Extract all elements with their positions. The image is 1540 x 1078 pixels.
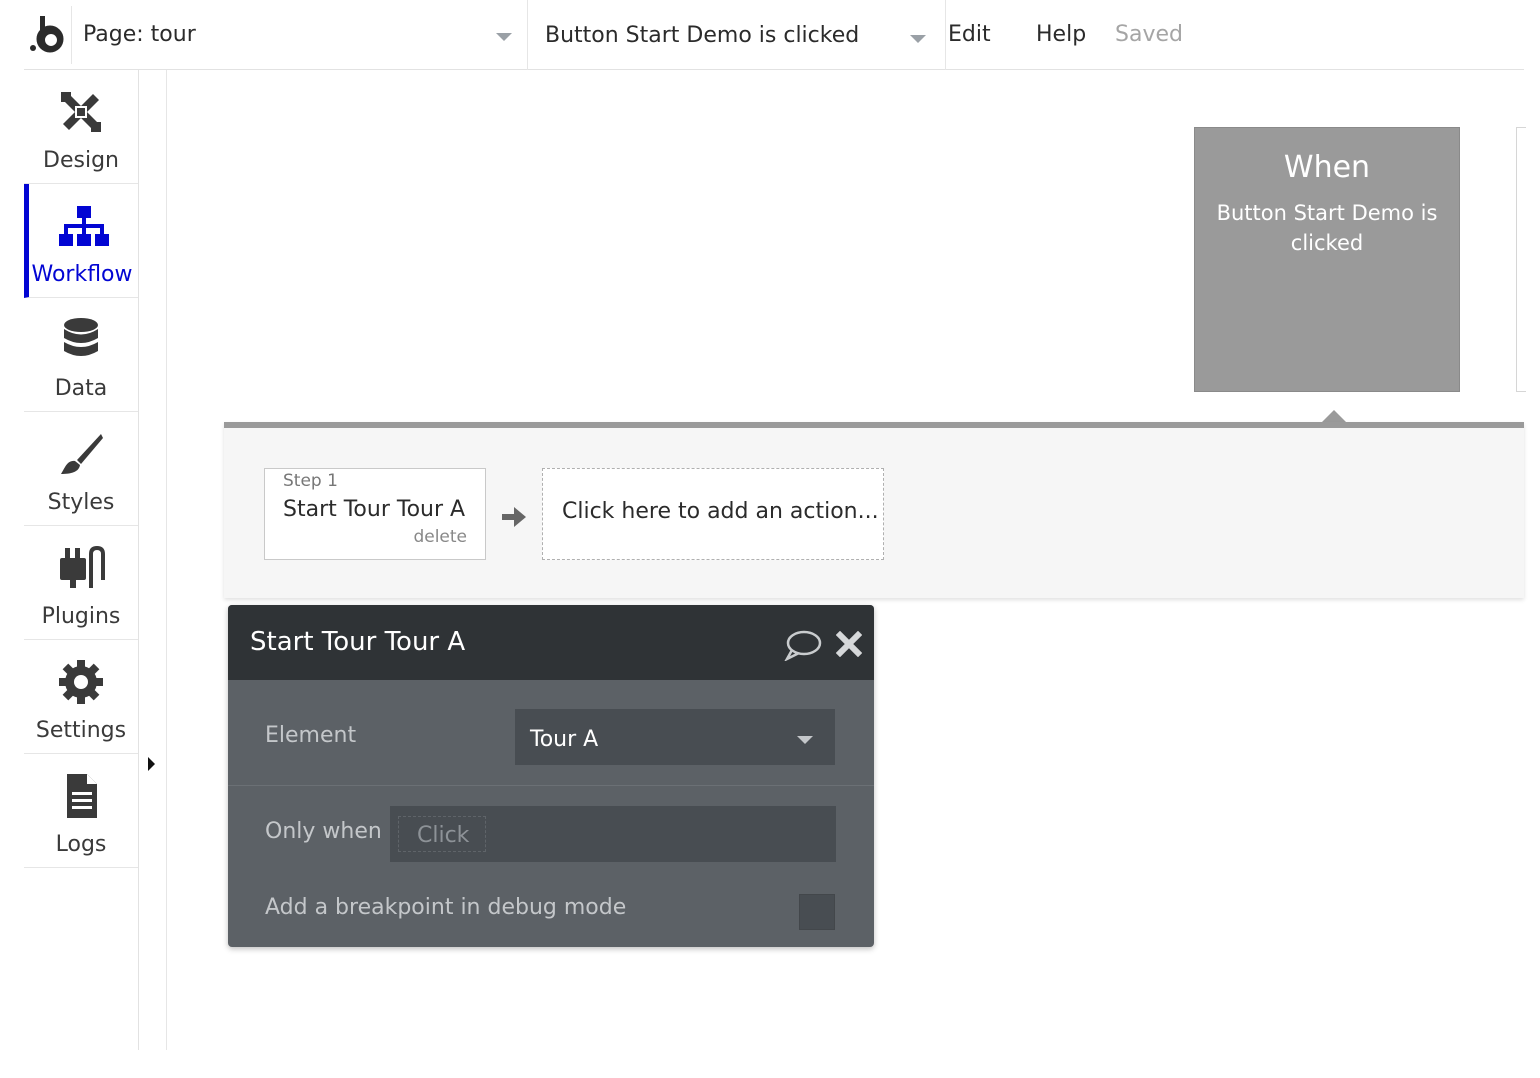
only-when-placeholder-text: Click bbox=[417, 823, 470, 848]
arrow-right-icon bbox=[500, 504, 528, 534]
chevron-down-icon bbox=[496, 33, 512, 41]
event-card-description: Button Start Demo is clicked bbox=[1216, 201, 1438, 255]
sidebar-item-label: Logs bbox=[55, 832, 107, 857]
panel-header: Start Tour Tour A bbox=[228, 605, 874, 680]
sidebar-item-data[interactable]: Data bbox=[24, 298, 138, 412]
element-dropdown-value: Tour A bbox=[530, 727, 599, 752]
chevron-down-icon bbox=[910, 35, 926, 43]
design-icon bbox=[24, 88, 138, 136]
only-when-click-placeholder[interactable]: Click bbox=[398, 816, 486, 852]
sidebar-item-label: Data bbox=[54, 376, 108, 401]
step-name: Start Tour Tour A bbox=[283, 497, 466, 522]
action-step[interactable]: Step 1 Start Tour Tour A delete bbox=[264, 468, 486, 560]
sidebar-item-label: Settings bbox=[35, 718, 127, 743]
edit-menu[interactable]: Edit bbox=[948, 22, 991, 47]
sidebar-item-label: Plugins bbox=[41, 604, 121, 629]
sidebar-item-styles[interactable]: Styles bbox=[24, 412, 138, 526]
top-bar: Page: tour Button Start Demo is clicked … bbox=[24, 0, 1524, 70]
canvas-left-border bbox=[166, 70, 167, 1050]
sidebar-item-workflow[interactable]: Workflow bbox=[24, 184, 138, 298]
bubble-logo-icon bbox=[30, 16, 64, 53]
selected-event-pointer bbox=[1322, 410, 1346, 422]
panel-divider bbox=[228, 785, 874, 786]
editor-sidebar: Design Workflow Data Styles Plugins Sett… bbox=[24, 70, 139, 1050]
sidebar-item-logs[interactable]: Logs bbox=[24, 754, 138, 868]
sidebar-item-plugins[interactable]: Plugins bbox=[24, 526, 138, 640]
only-when-condition-field[interactable]: Click bbox=[390, 806, 836, 862]
page-selector[interactable]: Page: tour bbox=[72, 0, 528, 70]
sidebar-item-design[interactable]: Design bbox=[24, 70, 138, 184]
delete-step-link[interactable]: delete bbox=[413, 527, 467, 547]
event-card-heading: When bbox=[1283, 150, 1371, 185]
sidebar-item-label: Workflow bbox=[31, 262, 133, 287]
element-field-label: Element bbox=[265, 723, 357, 748]
chevron-down-icon bbox=[797, 736, 813, 744]
sidebar-item-label: Styles bbox=[47, 490, 115, 515]
breakpoint-label: Add a breakpoint in debug mode bbox=[265, 895, 627, 920]
add-action-label: Click here to add an action... bbox=[562, 499, 879, 524]
element-dropdown[interactable]: Tour A bbox=[515, 709, 835, 765]
comment-icon[interactable] bbox=[783, 629, 822, 665]
workflow-event-label: Button Start Demo is clicked bbox=[545, 23, 860, 48]
panel-title: Start Tour Tour A bbox=[250, 627, 466, 657]
add-action-button[interactable]: Click here to add an action... bbox=[542, 468, 884, 560]
close-icon[interactable] bbox=[835, 630, 863, 661]
breakpoint-checkbox[interactable] bbox=[799, 894, 835, 930]
database-icon bbox=[24, 316, 138, 364]
plugin-icon bbox=[24, 544, 138, 592]
action-property-panel: Start Tour Tour A Element Tour A Only wh… bbox=[228, 605, 874, 947]
page-selector-label: Page: tour bbox=[83, 22, 196, 47]
next-event-card[interactable] bbox=[1516, 127, 1526, 392]
workflow-icon bbox=[29, 202, 138, 250]
save-status: Saved bbox=[1115, 22, 1183, 47]
workflow-actions-strip: Step 1 Start Tour Tour A delete Click he… bbox=[224, 422, 1524, 598]
sidebar-item-label: Design bbox=[43, 148, 119, 173]
bubble-logo[interactable] bbox=[24, 6, 72, 64]
workflow-event-selector[interactable]: Button Start Demo is clicked bbox=[528, 0, 946, 70]
event-card[interactable]: When Button Start Demo is clicked bbox=[1194, 127, 1460, 392]
gear-icon bbox=[24, 658, 138, 706]
sidebar-collapse-arrow-icon[interactable] bbox=[148, 757, 155, 771]
brush-icon bbox=[24, 430, 138, 478]
sidebar-item-settings[interactable]: Settings bbox=[24, 640, 138, 754]
step-number: Step 1 bbox=[283, 471, 338, 491]
help-menu[interactable]: Help bbox=[1036, 22, 1086, 47]
only-when-label: Only when bbox=[265, 819, 382, 844]
document-icon bbox=[24, 772, 138, 820]
